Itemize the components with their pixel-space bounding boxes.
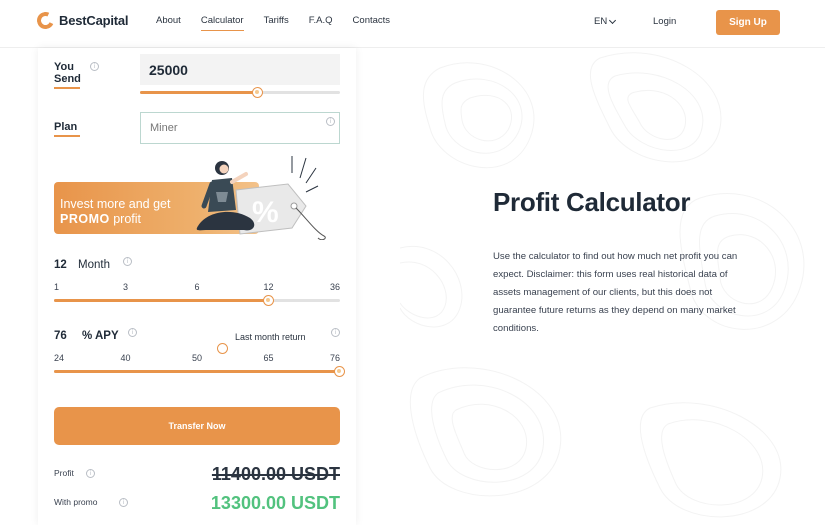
calculator-card: You Send i Plan i Invest more and get PR… [38,48,356,525]
apy-tick: 50 [191,353,202,363]
percent-icon: % [252,196,279,229]
plan-info-icon[interactable]: i [326,117,335,126]
apy-value: 76 [54,330,67,342]
last-month-info-icon[interactable]: i [331,328,340,337]
plan-select[interactable] [140,112,340,144]
profit-label: Profit [54,468,74,478]
promo-line1: Invest more and get [60,197,171,211]
apy-slider[interactable] [54,366,345,377]
send-slider[interactable] [140,87,340,98]
send-slider-fill [140,91,258,94]
nav-calculator[interactable]: Calculator [200,15,244,31]
plan-label: Plan [54,121,78,133]
month-tick: 3 [122,282,128,292]
apy-tick: 65 [263,353,274,363]
apy-tick: 76 [329,353,340,363]
language-selector[interactable]: EN [594,16,617,27]
apy-tick: 24 [54,353,65,363]
month-tick: 6 [194,282,200,292]
send-slider-thumb[interactable] [252,87,263,98]
brand-name: BestCapital [59,13,129,28]
brand-logo[interactable]: BestCapital [34,9,129,32]
month-tick: 12 [263,282,274,292]
profit-value: 11400.00 USDT [211,464,340,484]
apy-slider-fill [54,370,340,373]
month-slider-thumb[interactable] [263,295,274,306]
promo-line2: PROMO profit [60,212,141,226]
apy-info-icon[interactable]: i [128,328,137,337]
apy-tick: 40 [120,353,131,363]
nav-tariffs[interactable]: Tariffs [264,15,289,31]
month-slider[interactable] [54,295,340,306]
page-title: Profit Calculator [493,187,691,217]
apy-slider-thumb[interactable] [334,366,345,377]
with-promo-info-icon[interactable]: i [119,498,128,507]
plan-label-underline [54,135,80,137]
top-navbar: BestCapital About Calculator Tariffs F.A… [0,0,825,48]
promo-illustration: % [196,156,326,240]
month-info-icon[interactable]: i [123,257,132,266]
main-nav: About Calculator Tariffs F.A.Q Contacts [156,15,410,31]
profit-info-icon[interactable]: i [86,469,95,478]
logo-icon [34,9,57,32]
month-label: Month [78,259,110,271]
month-slider-fill [54,299,269,302]
nav-contacts[interactable]: Contacts [353,15,391,31]
apy-label: % APY [82,330,119,342]
login-link[interactable]: Login [653,16,676,27]
promo-bold: PROMO [60,212,110,226]
with-promo-label: With promo [54,497,98,507]
language-label: EN [594,16,608,27]
page-description: Use the calculator to find out how much … [493,251,738,334]
promo-profit-value: 13300.00 USDT [210,493,340,513]
month-tick: 1 [54,282,60,292]
promo-rest: profit [109,212,141,226]
send-amount-input[interactable] [140,54,340,85]
month-tick: 36 [329,282,340,292]
nav-faq[interactable]: F.A.Q [309,15,333,31]
send-info-icon[interactable]: i [90,62,99,71]
transfer-now-button[interactable]: Transfer Now [54,407,340,445]
nav-about[interactable]: About [156,15,181,31]
signup-button[interactable]: Sign Up [716,10,780,35]
send-label-underline [54,87,80,89]
month-value: 12 [54,259,67,271]
last-month-return-label: Last month return [235,332,306,342]
send-label: You Send [54,61,81,85]
chevron-down-icon [609,16,617,24]
last-month-marker [217,343,228,354]
